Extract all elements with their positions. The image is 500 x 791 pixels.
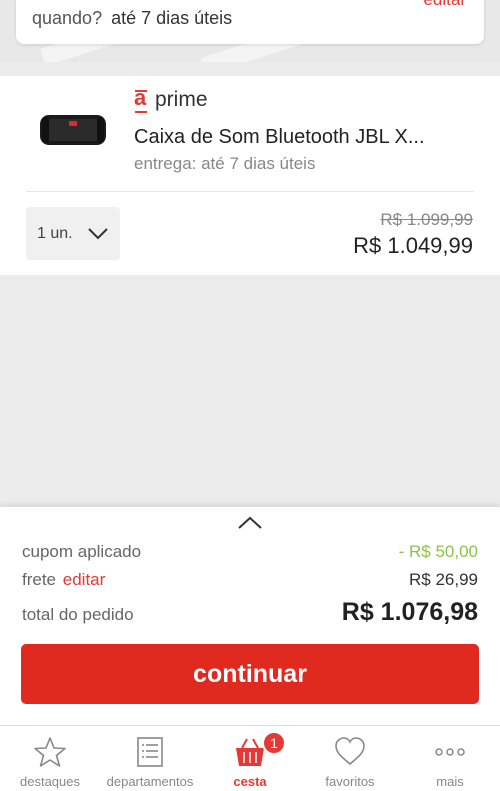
delivery-when-label: quando? bbox=[32, 8, 103, 28]
prime-badge: a prime bbox=[134, 87, 208, 113]
delivery-card: quando? até 7 dias úteis editar bbox=[16, 0, 484, 44]
cart-item: a prime Caixa de Som Bluetooth JBL X... … bbox=[0, 76, 500, 275]
chevron-up-icon[interactable] bbox=[237, 516, 263, 530]
current-price: R$ 1.049,99 bbox=[353, 233, 473, 258]
jbl-speaker-image[interactable] bbox=[38, 112, 108, 148]
coupon-row: cupom aplicado - R$ 50,00 bbox=[22, 542, 478, 562]
total-row: total do pedido R$ 1.076,98 bbox=[22, 598, 478, 627]
old-price: R$ 1.099,99 bbox=[380, 210, 473, 229]
nav-label: mais bbox=[436, 774, 464, 789]
coupon-value: - R$ 50,00 bbox=[398, 542, 478, 561]
continue-button[interactable]: continuar bbox=[21, 644, 479, 704]
more-icon bbox=[435, 748, 465, 756]
nav-item-favoritos[interactable]: favoritos bbox=[300, 726, 400, 791]
chevron-down-icon bbox=[87, 227, 108, 239]
shipping-row: frete editar R$ 26,99 bbox=[22, 570, 478, 590]
nav-label: cesta bbox=[233, 774, 267, 789]
delivery-when-value: até 7 dias úteis bbox=[111, 8, 233, 28]
quantity-value: 1 un. bbox=[37, 224, 73, 242]
product-shipping: entrega: até 7 dias úteis bbox=[134, 154, 316, 173]
nav-item-cesta[interactable]: cesta 1 bbox=[200, 726, 300, 791]
shipping-label-group: frete editar bbox=[22, 570, 105, 590]
delivery-when: quando? até 7 dias úteis bbox=[32, 8, 232, 29]
nav-label: departamentos bbox=[106, 774, 194, 789]
coupon-label: cupom aplicado bbox=[22, 542, 142, 561]
nav-item-departamentos[interactable]: departamentos bbox=[100, 726, 200, 791]
delivery-section: quando? até 7 dias úteis editar bbox=[0, 0, 500, 62]
delivery-edit-link[interactable]: editar bbox=[423, 0, 466, 10]
heart-icon bbox=[335, 737, 365, 766]
shipping-label: frete bbox=[22, 570, 57, 589]
order-summary: cupom aplicado - R$ 50,00 frete editar R… bbox=[0, 507, 500, 725]
prime-label: prime bbox=[155, 88, 208, 111]
nav-label: destaques bbox=[20, 774, 80, 789]
total-label: total do pedido bbox=[22, 605, 134, 624]
product-name[interactable]: Caixa de Som Bluetooth JBL X... bbox=[134, 126, 425, 149]
cart-count-badge: 1 bbox=[262, 731, 286, 755]
star-icon bbox=[34, 737, 66, 767]
prime-logo-icon: a bbox=[134, 87, 148, 113]
nav-label: favoritos bbox=[325, 774, 375, 789]
nav-item-destaques[interactable]: destaques bbox=[0, 726, 100, 791]
bottom-nav: destaques departamentos cesta 1 favorito… bbox=[0, 725, 500, 791]
shipping-value: R$ 26,99 bbox=[409, 570, 478, 589]
total-value: R$ 1.076,98 bbox=[341, 598, 478, 626]
nav-item-mais[interactable]: mais bbox=[400, 726, 500, 791]
divider bbox=[26, 191, 474, 192]
quantity-select[interactable]: 1 un. bbox=[26, 207, 120, 260]
list-icon bbox=[137, 737, 163, 767]
shipping-edit-link[interactable]: editar bbox=[63, 570, 106, 589]
